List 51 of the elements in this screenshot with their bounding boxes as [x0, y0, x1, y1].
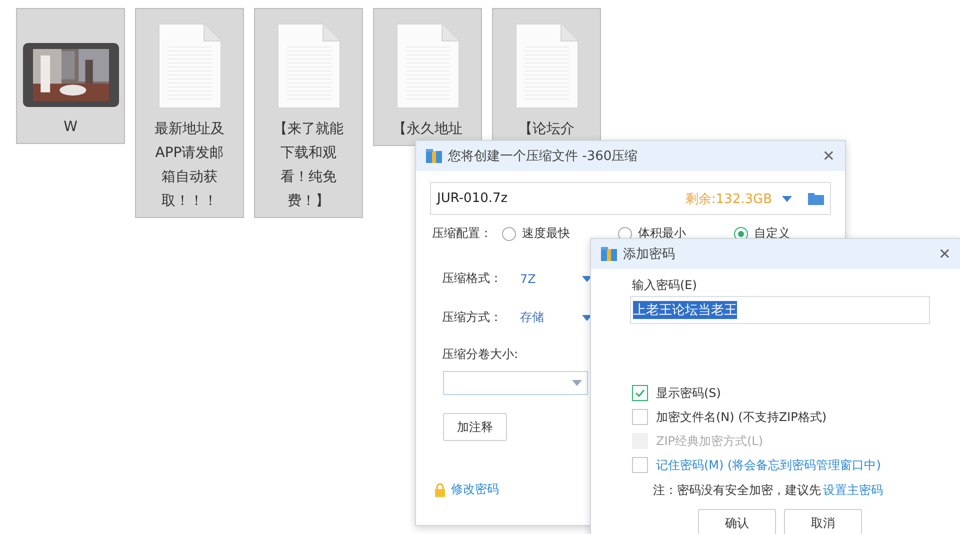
method-label: 压缩方式：: [442, 309, 503, 326]
radio-option[interactable]: 速度最快: [502, 225, 570, 242]
close-button[interactable]: ✕: [938, 245, 951, 263]
close-button[interactable]: ✕: [822, 147, 835, 165]
checkbox-label[interactable]: 记住密码(M) (将会备忘到密码管理窗口中): [656, 456, 881, 474]
window-title: 添加密码: [623, 246, 676, 263]
format-label: 压缩格式：: [442, 270, 503, 287]
checkbox-label[interactable]: 显示密码(S): [656, 384, 721, 402]
free-space: 剩余:132.3GB: [685, 190, 772, 208]
desktop-file[interactable]: W: [16, 8, 125, 144]
desktop-file[interactable]: 最新地址及APP请发邮箱自动获取！！！: [135, 8, 244, 218]
dialog-button[interactable]: 取消: [784, 509, 862, 534]
note-text: 注：密码没有安全加密，建议先: [653, 482, 821, 499]
document-icon: [514, 23, 578, 109]
dropdown-icon[interactable]: [782, 196, 792, 202]
folder-icon[interactable]: [808, 192, 824, 205]
archive-icon: [601, 246, 617, 262]
dialog-button[interactable]: 确认: [698, 509, 776, 534]
window-title: 您将创建一个压缩文件 -360压缩: [448, 148, 639, 165]
dropdown-icon[interactable]: [572, 380, 582, 386]
password-field[interactable]: 上老王论坛当老王: [630, 296, 930, 324]
checkbox[interactable]: [632, 457, 648, 473]
file-name: 【来了就能下载和观看！纯免费！】: [272, 120, 344, 211]
desktop-file[interactable]: 【来了就能下载和观看！纯免费！】: [254, 8, 363, 218]
comment-button[interactable]: 加注释: [443, 413, 507, 441]
filename-field[interactable]: JUR-010.7z 剩余:132.3GB: [430, 182, 831, 215]
split-label: 压缩分卷大小:: [442, 346, 520, 363]
document-icon: [158, 23, 222, 109]
desktop-file[interactable]: 【永久地址: [373, 8, 482, 146]
file-name: 最新地址及APP请发邮箱自动获取！！！: [154, 120, 226, 211]
master-password-link[interactable]: 设置主密码: [823, 482, 883, 499]
format-value[interactable]: 7Z: [520, 272, 582, 286]
lock-icon: [434, 482, 446, 496]
change-password-link[interactable]: 修改密码: [451, 481, 499, 498]
checkbox-label[interactable]: 加密文件名(N) (不支持ZIP格式): [656, 408, 827, 426]
field-label: 输入密码(E): [632, 277, 698, 294]
config-label: 压缩配置：: [432, 225, 492, 242]
document-icon: [276, 23, 340, 109]
file-name: 【永久地址: [392, 120, 464, 139]
checkmark-icon: [634, 387, 646, 399]
method-value[interactable]: 存储: [520, 309, 582, 326]
checkbox[interactable]: [632, 385, 648, 401]
dropdown-icon[interactable]: [582, 314, 592, 320]
checkbox[interactable]: [632, 409, 648, 425]
radio-button[interactable]: [502, 226, 516, 240]
document-icon: [396, 23, 460, 109]
file-name: 【论坛介: [518, 120, 576, 139]
file-name: W: [62, 118, 78, 137]
dropdown-icon[interactable]: [582, 276, 592, 282]
archive-icon: [426, 148, 442, 164]
split-size-dropdown[interactable]: [443, 371, 588, 395]
